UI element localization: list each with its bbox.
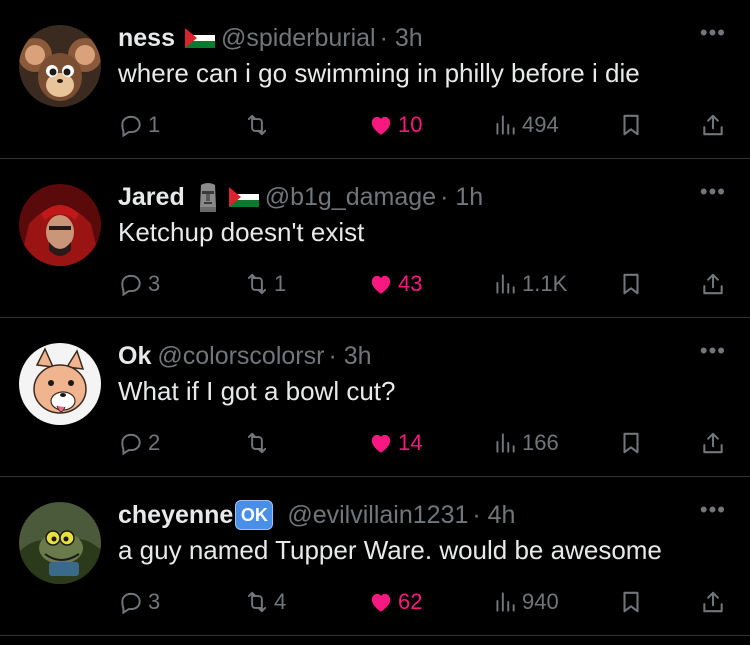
views-icon — [492, 430, 518, 456]
like-button[interactable]: 43 — [368, 269, 422, 299]
view-count: 494 — [522, 112, 559, 137]
reply-count: 1 — [148, 112, 161, 137]
bookmark-button[interactable] — [618, 269, 644, 299]
timestamp[interactable]: · 3h — [328, 342, 371, 371]
avatar-jared[interactable] — [19, 184, 101, 266]
reply-button[interactable]: 2 — [118, 428, 160, 458]
tweet-4[interactable]: cheyenne OK @evilvillain1231 · 4h ••• a … — [0, 477, 750, 636]
repost-count: 4 — [274, 589, 287, 614]
avatar-cheyenne[interactable] — [19, 502, 101, 584]
bookmark-icon — [618, 271, 644, 297]
views-icon — [492, 589, 518, 615]
palestine-flag-icon — [185, 28, 215, 48]
more-options-button[interactable]: ••• — [700, 338, 726, 364]
timestamp[interactable]: · 1h — [440, 183, 483, 212]
views-button[interactable]: 494 — [492, 110, 559, 140]
bookmark-button[interactable] — [618, 428, 644, 458]
reply-icon — [118, 589, 144, 615]
display-name[interactable]: cheyenne — [118, 501, 233, 530]
heart-icon — [368, 112, 394, 138]
like-count: 43 — [398, 271, 423, 296]
tweet-text: a guy named Tupper Ware. would be awesom… — [118, 535, 662, 565]
repost-icon — [244, 589, 270, 615]
display-name[interactable]: Jared — [118, 183, 185, 212]
bookmark-icon — [618, 112, 644, 138]
reply-icon — [118, 112, 144, 138]
heart-icon — [368, 589, 394, 615]
more-options-button[interactable]: ••• — [700, 497, 726, 523]
share-button[interactable] — [700, 587, 726, 617]
views-icon — [492, 271, 518, 297]
avatar-image — [19, 184, 101, 266]
like-button[interactable]: 10 — [368, 110, 422, 140]
repost-count: 1 — [274, 271, 287, 296]
reply-count: 3 — [148, 271, 161, 296]
tweet-text: Ketchup doesn't exist — [118, 217, 365, 247]
share-button[interactable] — [700, 428, 726, 458]
like-count: 10 — [398, 112, 423, 137]
display-name[interactable]: Ok — [118, 342, 151, 371]
share-button[interactable] — [700, 269, 726, 299]
tweet-text: where can i go swimming in philly before… — [118, 58, 640, 88]
views-icon — [492, 112, 518, 138]
moai-icon — [199, 183, 216, 212]
share-icon — [700, 271, 726, 297]
reply-count: 3 — [148, 589, 161, 614]
handle[interactable]: @b1g_damage — [265, 183, 436, 212]
repost-icon — [244, 271, 270, 297]
share-button[interactable] — [700, 110, 726, 140]
like-count: 62 — [398, 589, 423, 614]
heart-icon — [368, 271, 394, 297]
more-options-button[interactable]: ••• — [700, 179, 726, 205]
repost-button[interactable] — [244, 110, 274, 140]
bookmark-button[interactable] — [618, 110, 644, 140]
reply-icon — [118, 271, 144, 297]
views-button[interactable]: 940 — [492, 587, 559, 617]
like-count: 14 — [398, 430, 423, 455]
view-count: 940 — [522, 589, 559, 614]
like-button[interactable]: 14 — [368, 428, 422, 458]
tweet-text: What if I got a bowl cut? — [118, 376, 396, 406]
ok-badge: OK — [235, 500, 274, 530]
share-icon — [700, 430, 726, 456]
reply-button[interactable]: 3 — [118, 587, 160, 617]
avatar-ness[interactable] — [19, 25, 101, 107]
reply-icon — [118, 430, 144, 456]
timestamp[interactable]: · 4h — [472, 501, 515, 530]
repost-icon — [244, 430, 270, 456]
view-count: 166 — [522, 430, 559, 455]
like-button[interactable]: 62 — [368, 587, 422, 617]
reply-button[interactable]: 1 — [118, 110, 160, 140]
avatar-image — [19, 502, 101, 584]
tweet-3[interactable]: Ok @colorscolorsr · 3h ••• What if I got… — [0, 318, 750, 477]
avatar-image — [19, 25, 101, 107]
handle[interactable]: @spiderburial — [221, 24, 376, 53]
palestine-flag-icon — [229, 187, 259, 207]
repost-button[interactable] — [244, 428, 274, 458]
reply-button[interactable]: 3 — [118, 269, 160, 299]
avatar-image — [19, 343, 101, 425]
bookmark-icon — [618, 430, 644, 456]
repost-icon — [244, 112, 270, 138]
tweet-2[interactable]: Jared @b1g_damage · 1h ••• Ketchup doesn… — [0, 159, 750, 318]
repost-button[interactable]: 4 — [244, 587, 286, 617]
view-count: 1.1K — [522, 271, 568, 296]
bookmark-button[interactable] — [618, 587, 644, 617]
views-button[interactable]: 1.1K — [492, 269, 567, 299]
avatar-ok[interactable] — [19, 343, 101, 425]
bookmark-icon — [618, 589, 644, 615]
handle[interactable]: @evilvillain1231 — [287, 501, 468, 530]
views-button[interactable]: 166 — [492, 428, 559, 458]
reply-count: 2 — [148, 430, 161, 455]
repost-button[interactable]: 1 — [244, 269, 286, 299]
heart-icon — [368, 430, 394, 456]
share-icon — [700, 589, 726, 615]
handle[interactable]: @colorscolorsr — [157, 342, 324, 371]
more-options-button[interactable]: ••• — [700, 20, 726, 46]
tweet-1[interactable]: ness @spiderburial · 3h ••• where can i … — [0, 0, 750, 159]
share-icon — [700, 112, 726, 138]
display-name[interactable]: ness — [118, 24, 175, 53]
timestamp[interactable]: · 3h — [380, 24, 423, 53]
